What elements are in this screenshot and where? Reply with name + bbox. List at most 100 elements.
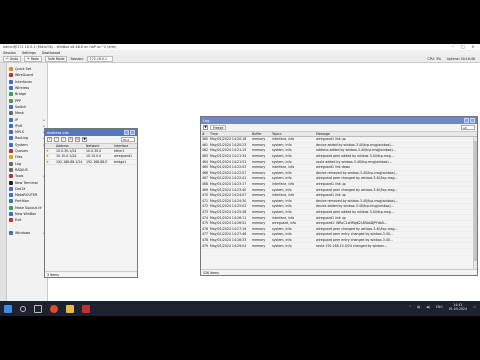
cell-topics: system, info (272, 243, 292, 248)
sidebar-item-label: Quick Set (15, 67, 32, 72)
cell-buffer: memory (252, 148, 266, 153)
sidebar-item-label: System (15, 142, 28, 147)
cell-topics: system, info (272, 210, 292, 215)
cell-buffer: memory (252, 176, 266, 181)
windows-start-icon[interactable] (4, 304, 12, 313)
disable-icon[interactable]: ✕ (68, 137, 73, 142)
filter-icon[interactable]: ▼ (82, 137, 87, 142)
menu-item-icon (9, 180, 13, 185)
column-number[interactable]: # (201, 132, 209, 136)
address-list-toolbar: + − ✓ ✕ ▭ ▼ Find (45, 136, 137, 144)
cell-time: May/01/2024 14:20:18 (210, 137, 247, 142)
window-close-icon[interactable] (470, 118, 475, 123)
task-view-icon[interactable] (34, 304, 42, 313)
menu-item-icon (9, 136, 13, 141)
submenu-arrow-icon: ▸ (43, 117, 45, 122)
session-label: Session: (70, 56, 84, 61)
log-scrollbar[interactable] (473, 137, 477, 269)
cell-buffer: memory (252, 142, 266, 147)
menu-session[interactable]: Session (3, 51, 16, 55)
column-network[interactable]: Network (85, 144, 113, 148)
cell-time: May/01/2024 14:22:41 (210, 176, 247, 181)
sidebar-item-label: MetaROUTER (15, 193, 38, 198)
column-interface[interactable]: Interface (113, 144, 137, 148)
cell-topics: interface, info (272, 193, 295, 198)
menu-item-icon (9, 98, 13, 103)
find-input[interactable]: Find (121, 137, 135, 142)
cell-topics: system, info (272, 142, 292, 147)
cell-number: 469 (202, 187, 209, 192)
sidebar-item-label: Exit (15, 218, 22, 223)
enable-icon[interactable]: ✓ (61, 137, 66, 142)
notifications-icon[interactable]: ▭ (473, 305, 476, 309)
sidebar-item-label: Routing (15, 136, 28, 141)
cell-interface: bridge1 (114, 159, 127, 164)
sidebar-item-label: PPP (15, 98, 22, 103)
table-row[interactable]: ✚ 192.168.88.1/24 192.168.88.0 bridge1 (45, 160, 137, 165)
column-address[interactable]: Address (55, 144, 85, 148)
column-buffer[interactable]: Buffer (251, 132, 271, 136)
redo-button[interactable]: ↷ Redo (24, 55, 42, 62)
address-list-footer: 3 items (45, 271, 137, 277)
menu-item-icon (9, 130, 13, 135)
cell-number: 467 (202, 176, 209, 181)
cell-message: device removed by winbox-3.40/tcp-msg(wi… (316, 198, 398, 203)
freeze-button[interactable]: Freeze (210, 125, 227, 130)
undo-button[interactable]: ↶ Undo (3, 55, 22, 62)
cell-number: 475 (202, 221, 209, 226)
column-message[interactable]: Message (315, 132, 477, 136)
taskbar-clock[interactable]: 14:41 01.05.2024 (449, 303, 467, 311)
toolbar: ↶ Undo ↷ Redo Safe Mode Session: 172.16.… (0, 55, 480, 63)
sidebar-item-label: Interfaces (15, 79, 32, 84)
cell-time: May/01/2024 14:22:07 (210, 170, 247, 175)
column-time[interactable]: Time (209, 132, 251, 136)
window-restore-icon[interactable] (464, 118, 469, 123)
cell-topics: system, info (272, 187, 292, 192)
window-restore-icon[interactable] (124, 130, 129, 135)
session-field[interactable]: 172.16.0.1 (86, 55, 113, 62)
cell-message: route 192.168.10.0/24 changed by winbox.… (316, 243, 387, 248)
winbox-icon[interactable] (82, 304, 90, 313)
cell-topics: system, info (272, 176, 292, 181)
log-titlebar[interactable]: Log (201, 117, 477, 124)
clock-date: 01.05.2024 (448, 307, 467, 311)
cell-time: May/01/2024 14:27:46 (210, 232, 247, 237)
cell-time: May/01/2024 14:23:40 (210, 187, 247, 192)
file-explorer-icon[interactable] (66, 304, 74, 313)
cell-topics: interface, info (272, 165, 295, 170)
window-close-icon[interactable] (130, 130, 135, 135)
comment-icon[interactable]: ▭ (75, 137, 80, 142)
scrollbar-thumb[interactable] (474, 141, 477, 261)
tray-up-arrow-icon[interactable]: ^ (408, 305, 411, 309)
menu-dashboard[interactable]: Dashboard (42, 51, 60, 55)
sidebar-item-label: New Terminal (15, 180, 38, 185)
menu-item-icon (9, 79, 13, 84)
add-icon[interactable]: + (47, 137, 52, 142)
safe-mode-button[interactable]: Safe Mode (44, 55, 68, 62)
volume-icon[interactable]: ◀) (426, 305, 430, 309)
network-icon[interactable]: ▤ (417, 305, 420, 309)
cell-message: wireguard1 link up (316, 137, 346, 142)
menu-item-icon (9, 92, 13, 97)
topics-select[interactable]: all (461, 125, 475, 130)
search-icon[interactable] (20, 305, 26, 312)
sidebar-item-label: RADIUS (15, 167, 28, 172)
filter-icon[interactable]: ▼ (203, 125, 208, 130)
cell-number: 466 (202, 170, 209, 175)
language-indicator[interactable]: ENG (436, 305, 443, 309)
menu-settings[interactable]: Settings (22, 51, 36, 55)
sidebar-item[interactable]: Windows▸ (7, 230, 47, 236)
cell-message: device added by winbox-3.40/tcp-msg(winb… (316, 204, 394, 209)
column-topics[interactable]: Topics (271, 132, 315, 136)
cell-time: May/01/2024 14:22:02 (210, 165, 247, 170)
browser-icon[interactable] (50, 304, 58, 313)
sidebar-item-label: Mesh (15, 111, 24, 116)
cell-topics: interface, info (272, 137, 295, 142)
log-row[interactable]: 479 May/01/2024 14:29:04 memory system, inf… (201, 243, 477, 249)
cell-buffer: memory (252, 159, 266, 164)
address-list-titlebar[interactable]: Address List (45, 129, 137, 136)
cell-time: May/01/2024 14:25:02 (210, 204, 247, 209)
remove-icon[interactable]: − (54, 137, 59, 142)
redo-label: Redo (30, 56, 39, 61)
cell-message: wireguard peer entry changed by winbox-3… (316, 237, 393, 242)
